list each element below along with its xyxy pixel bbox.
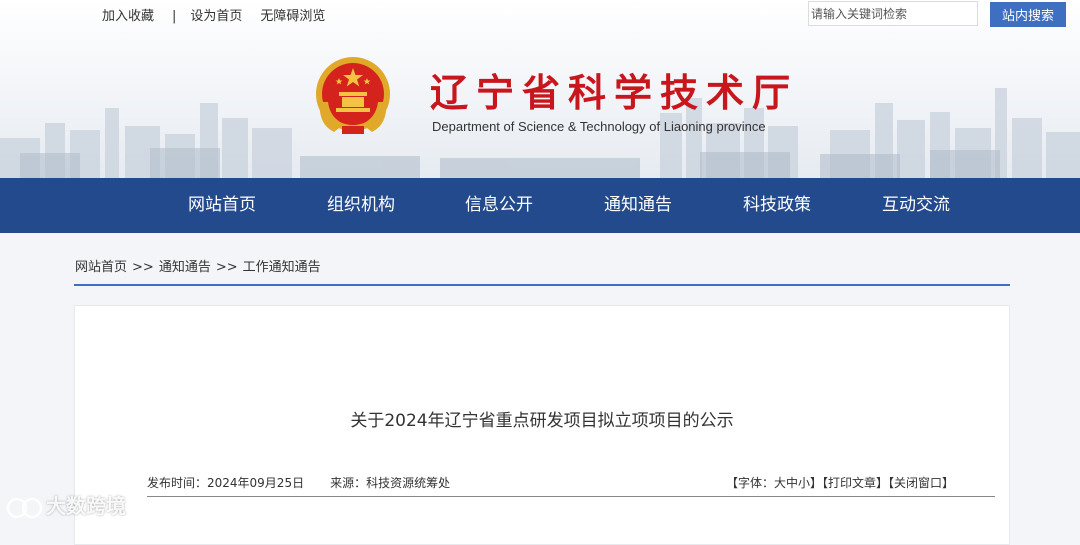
search-input[interactable] — [808, 1, 978, 26]
meta-divider — [147, 496, 995, 497]
main-nav: 网站首页 组织机构 信息公开 通知通告 科技政策 互动交流 — [0, 178, 1080, 233]
nav-item-organization[interactable]: 组织机构 — [327, 178, 395, 233]
add-favorite-link[interactable]: 加入收藏 — [102, 5, 154, 24]
nav-item-home[interactable]: 网站首页 — [188, 178, 256, 233]
nav-item-notices[interactable]: 通知通告 — [604, 178, 672, 233]
breadcrumb-notices[interactable]: 通知通告 — [159, 260, 211, 275]
nav-item-interaction[interactable]: 互动交流 — [882, 178, 950, 233]
top-links-separator: | — [172, 9, 177, 24]
top-links: 加入收藏 | 设为首页 无障碍浏览 — [102, 5, 325, 24]
site-header: 加入收藏 | 设为首页无障碍浏览 站内搜索 辽宁省科学技术厅 Department … — [0, 0, 1080, 178]
national-emblem-icon — [316, 57, 390, 134]
accessibility-link[interactable]: 无障碍浏览 — [260, 5, 325, 24]
nav-item-public-info[interactable]: 信息公开 — [465, 178, 533, 233]
article-meta: 发布时间：2024年09月25日 来源：科技资源统筹处 — [147, 474, 450, 491]
site-search-button[interactable]: 站内搜索 — [990, 2, 1066, 27]
article-tools[interactable]: 【字体：大中小】【打印文章】【关闭窗口】 — [726, 474, 954, 491]
set-homepage-link[interactable]: 设为首页 — [190, 5, 242, 24]
breadcrumb-separator: >> — [132, 260, 154, 275]
breadcrumb-divider — [74, 284, 1010, 286]
breadcrumb: 网站首页 >> 通知通告 >> 工作通知通告 — [75, 256, 321, 275]
watermark: 大数跨境 — [6, 490, 126, 521]
breadcrumb-work-notices[interactable]: 工作通知通告 — [243, 260, 321, 275]
watermark-text: 大数跨境 — [46, 494, 126, 518]
nav-item-policies[interactable]: 科技政策 — [743, 178, 811, 233]
breadcrumb-home[interactable]: 网站首页 — [75, 260, 127, 275]
site-title: 辽宁省科学技术厅 — [430, 71, 799, 115]
breadcrumb-separator: >> — [215, 260, 238, 275]
article-source: 来源：科技资源统筹处 — [330, 476, 451, 490]
article-title: 关于2024年辽宁省重点研发项目拟立项项目的公示 — [350, 411, 734, 431]
article-card: 关于2024年辽宁省重点研发项目拟立项项目的公示 发布时间：2024年09月25… — [74, 305, 1010, 545]
site-subtitle: Department of Science & Technology of Li… — [432, 119, 766, 134]
publish-date: 发布时间：2024年09月25日 — [147, 476, 305, 490]
watermark-logo-icon — [6, 497, 43, 518]
